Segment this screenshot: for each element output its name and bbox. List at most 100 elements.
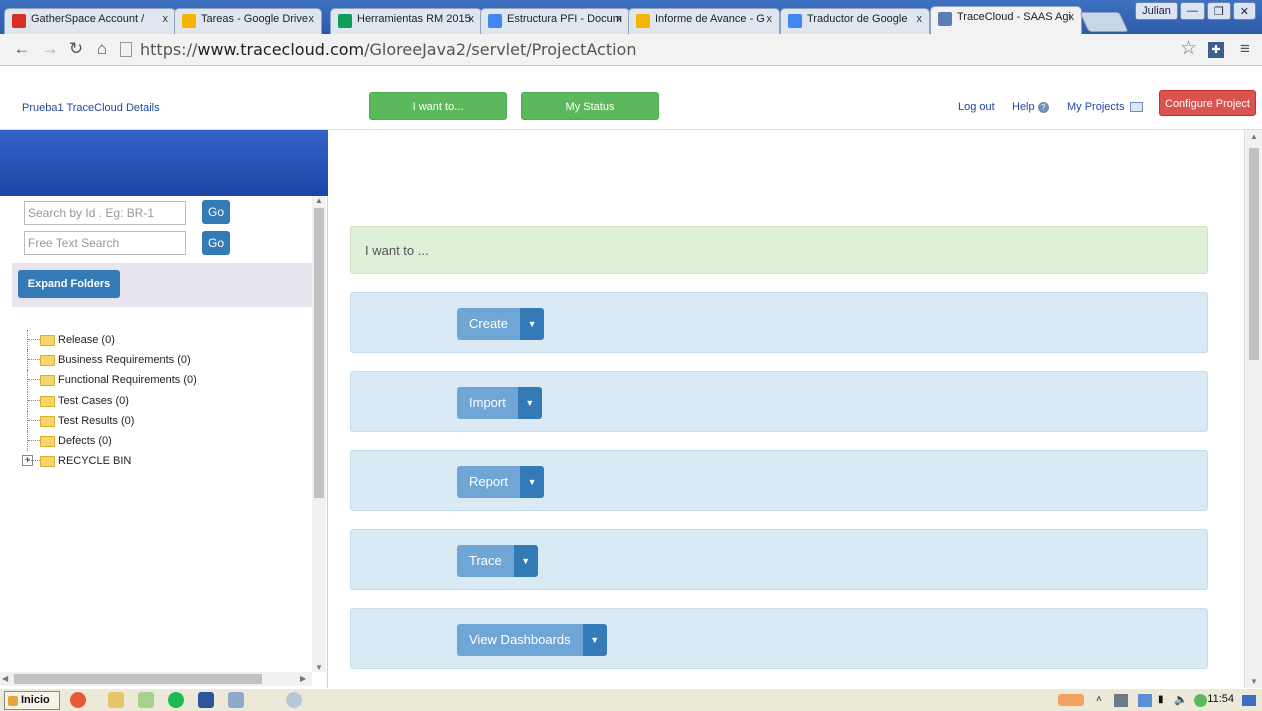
chevron-down-icon[interactable]: ▼ xyxy=(513,545,538,577)
search-by-id-input[interactable] xyxy=(24,201,186,225)
tree-item-functional-requirements[interactable]: Functional Requirements (0) xyxy=(22,370,302,391)
tab-close-icon[interactable]: x xyxy=(309,13,315,25)
home-icon[interactable]: ⌂ xyxy=(92,39,112,59)
tab-close-icon[interactable]: x xyxy=(469,13,475,25)
folder-taskbar-icon[interactable] xyxy=(108,692,124,708)
scroll-up-arrow-icon[interactable]: ▲ xyxy=(315,196,323,205)
help-link[interactable]: Help ? xyxy=(1012,101,1049,113)
browser-tab-gatherspace[interactable]: GatherSpace Account / x xyxy=(4,8,176,34)
app-taskbar-icon[interactable] xyxy=(138,692,154,708)
tree-connector xyxy=(28,399,40,401)
i-want-to-button[interactable]: I want to... xyxy=(369,92,507,120)
tree-item-business-requirements[interactable]: Business Requirements (0) xyxy=(22,350,302,371)
volume-icon[interactable]: 🔈 xyxy=(1174,693,1188,706)
folder-icon xyxy=(40,335,55,346)
report-button[interactable]: Report xyxy=(457,466,521,498)
scroll-up-arrow-icon[interactable]: ▲ xyxy=(1250,132,1258,141)
browser-tab-tracecloud[interactable]: TraceCloud - SAAS Agi x xyxy=(930,6,1082,34)
chevron-down-icon[interactable]: ▼ xyxy=(520,466,545,498)
chrome-taskbar-icon[interactable] xyxy=(70,692,86,708)
tree-item-label: RECYCLE BIN xyxy=(58,455,132,468)
view-dashboards-dropdown[interactable]: View Dashboards ▼ xyxy=(457,624,607,656)
tree-item-label: Release (0) xyxy=(58,334,115,346)
show-desktop-icon[interactable] xyxy=(1242,695,1256,706)
close-window-icon[interactable]: ✕ xyxy=(1232,2,1256,20)
report-dropdown[interactable]: Report ▼ xyxy=(457,466,545,498)
maximize-icon[interactable]: ❐ xyxy=(1206,2,1231,20)
tab-close-icon[interactable]: x xyxy=(917,13,923,25)
chevron-down-icon[interactable]: ▼ xyxy=(520,308,545,340)
sidebar-hscroll-thumb[interactable] xyxy=(14,674,262,684)
tree-item-test-results[interactable]: Test Results (0) xyxy=(22,410,302,431)
main-vertical-scrollbar[interactable]: ▲ ▼ xyxy=(1244,130,1262,688)
logout-link[interactable]: Log out xyxy=(958,101,995,113)
browser-tab-tareas[interactable]: Tareas - Google Drive x xyxy=(174,8,322,34)
scroll-right-arrow-icon[interactable]: ▶ xyxy=(300,674,306,683)
sidebar-scroll-thumb[interactable] xyxy=(314,208,324,498)
chrome-menu-icon[interactable]: ≡ xyxy=(1240,39,1250,59)
import-dropdown[interactable]: Import ▼ xyxy=(457,387,542,419)
search-id-go-button[interactable]: Go xyxy=(202,200,230,224)
browser-tab-herramientas[interactable]: Herramientas RM 2015 x xyxy=(330,8,482,34)
forward-icon[interactable]: → xyxy=(40,39,60,59)
configure-project-button[interactable]: Configure Project xyxy=(1159,90,1256,116)
flag-icon[interactable] xyxy=(1138,694,1152,707)
create-button[interactable]: Create xyxy=(457,308,521,340)
my-status-button[interactable]: My Status xyxy=(521,92,659,120)
back-icon[interactable]: ← xyxy=(12,39,32,59)
clock[interactable]: 11:54 xyxy=(1207,693,1234,705)
expand-folders-button[interactable]: Expand Folders xyxy=(18,270,120,298)
tree-item-test-cases[interactable]: Test Cases (0) xyxy=(22,390,302,411)
tray-app-icon[interactable] xyxy=(1058,694,1084,706)
spotify-taskbar-icon[interactable] xyxy=(168,692,184,708)
chevron-up-icon[interactable]: ˄ xyxy=(1096,694,1102,705)
scroll-down-arrow-icon[interactable]: ▼ xyxy=(315,663,323,672)
tree-item-recycle-bin[interactable]: + RECYCLE BIN xyxy=(22,451,302,471)
my-projects-link[interactable]: My Projects xyxy=(1067,101,1143,113)
tree-connector xyxy=(28,419,40,421)
network-icon[interactable] xyxy=(1114,694,1128,707)
tab-close-icon[interactable]: x xyxy=(617,13,623,25)
sidebar-horizontal-scrollbar[interactable]: ◀ ▶ xyxy=(0,672,312,686)
window-taskbar-icon[interactable] xyxy=(228,692,244,708)
tab-title: Informe de Avance - G xyxy=(655,13,765,25)
signal-icon[interactable]: ▮ xyxy=(1158,694,1164,705)
tree-item-release[interactable]: Release (0) xyxy=(22,330,302,350)
browser-tab-estructura[interactable]: Estructura PFI - Docum x xyxy=(480,8,630,34)
action-panel-report: Report ▼ xyxy=(350,450,1208,511)
browser-tab-traductor[interactable]: Traductor de Google x xyxy=(780,8,930,34)
project-title-link[interactable]: Prueba1 TraceCloud Details xyxy=(22,102,160,114)
tab-close-icon[interactable]: x xyxy=(767,13,773,25)
url-domain: www.tracecloud.com xyxy=(197,40,365,59)
chevron-down-icon[interactable]: ▼ xyxy=(582,624,607,656)
google-translate-icon xyxy=(788,14,802,28)
word-taskbar-icon[interactable] xyxy=(198,692,214,708)
bookmark-star-icon[interactable]: ☆ xyxy=(1180,37,1197,60)
reload-icon[interactable]: ↻ xyxy=(66,39,86,59)
main-scroll-thumb[interactable] xyxy=(1249,148,1259,360)
tab-close-icon[interactable]: x xyxy=(1069,11,1075,23)
minimize-icon[interactable]: — xyxy=(1179,2,1205,20)
free-text-search-input[interactable] xyxy=(24,231,186,255)
address-bar[interactable]: https://www.tracecloud.com/GloreeJava2/s… xyxy=(118,38,1200,62)
tab-close-icon[interactable]: x xyxy=(163,13,169,25)
projects-icon xyxy=(1129,102,1143,113)
scroll-left-arrow-icon[interactable]: ◀ xyxy=(2,674,8,683)
trace-dropdown[interactable]: Trace ▼ xyxy=(457,545,538,577)
sync-icon[interactable] xyxy=(1194,694,1207,707)
extension-icon[interactable]: ✚ xyxy=(1208,42,1224,58)
trace-button[interactable]: Trace xyxy=(457,545,514,577)
browser-tab-informe[interactable]: Informe de Avance - G x xyxy=(628,8,780,34)
free-text-go-button[interactable]: Go xyxy=(202,231,230,255)
scroll-down-arrow-icon[interactable]: ▼ xyxy=(1250,677,1258,686)
new-tab-button[interactable] xyxy=(1079,12,1129,32)
create-dropdown[interactable]: Create ▼ xyxy=(457,308,545,340)
import-button[interactable]: Import xyxy=(457,387,518,419)
sidebar-vertical-scrollbar[interactable]: ▲ ▼ xyxy=(312,196,326,672)
user-profile-button[interactable]: Julian xyxy=(1135,2,1178,20)
view-dashboards-button[interactable]: View Dashboards xyxy=(457,624,583,656)
tree-item-defects[interactable]: Defects (0) xyxy=(22,430,302,451)
app2-taskbar-icon[interactable] xyxy=(286,692,302,708)
chevron-down-icon[interactable]: ▼ xyxy=(517,387,542,419)
start-button[interactable]: Inicio xyxy=(4,691,60,710)
